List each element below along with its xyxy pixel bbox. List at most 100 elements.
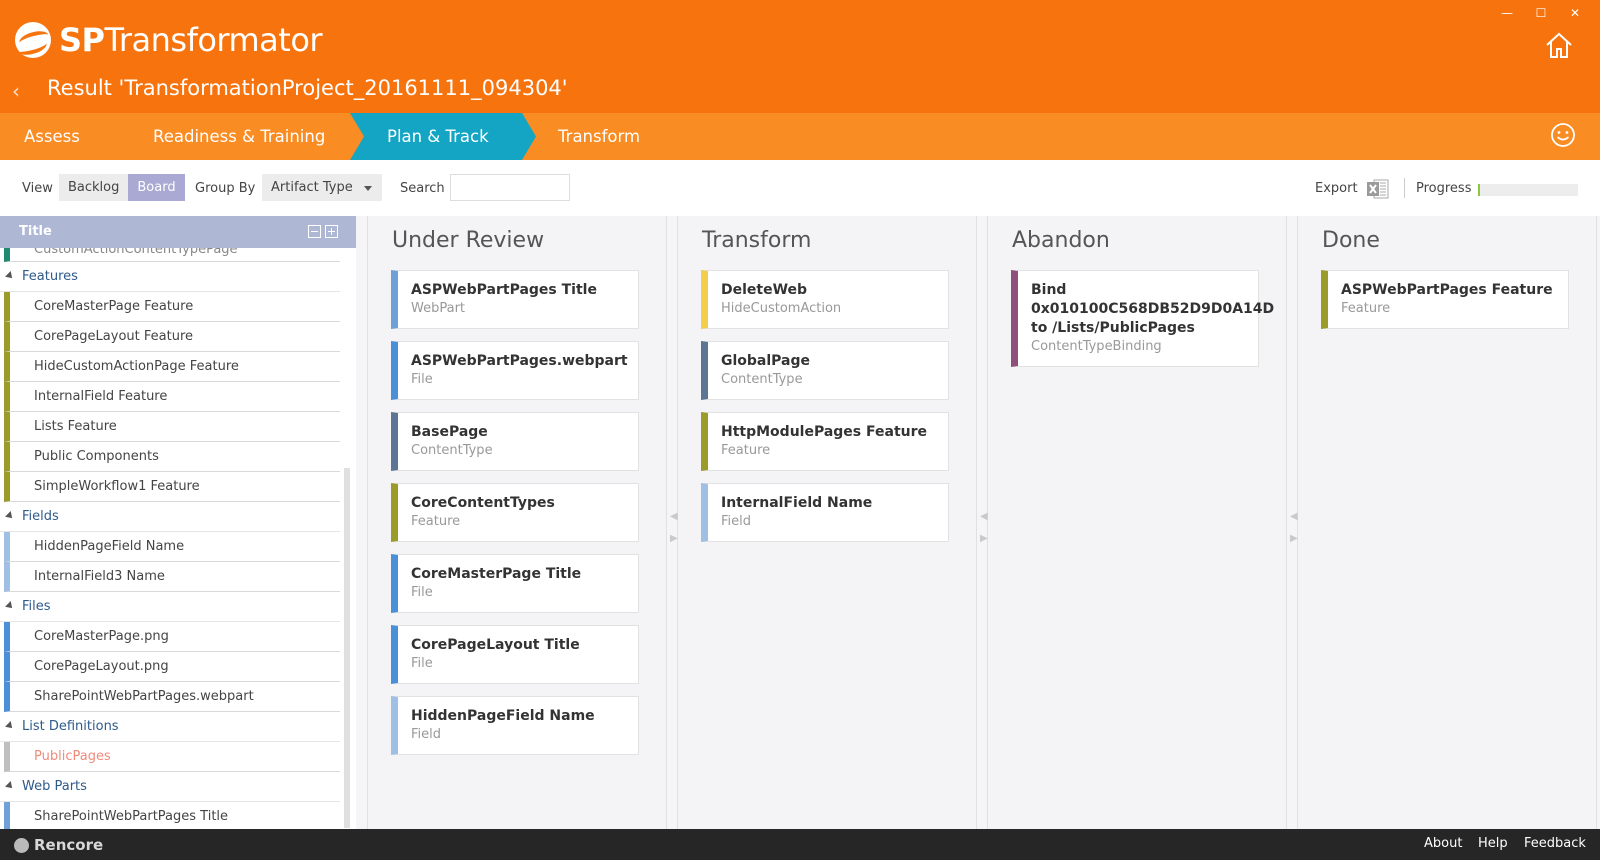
board-card[interactable]: CorePageLayout Title File — [391, 625, 639, 684]
sidebar-scrollbar[interactable] — [344, 468, 350, 828]
column-title: Abandon — [1012, 228, 1110, 253]
group-by-label: Group By — [195, 181, 256, 196]
sp-logo-icon — [15, 22, 51, 58]
page-title: Result 'TransformationProject_20161111_0… — [47, 76, 568, 100]
collapse-triangle-icon[interactable] — [5, 721, 15, 731]
board-column: Under Review ASPWebPartPages Title WebPart… — [367, 216, 667, 829]
back-arrow-icon[interactable]: ‹ — [12, 79, 26, 103]
board-card[interactable]: DeleteWeb HideCustomAction — [701, 270, 949, 329]
nav-item-assess[interactable]: Assess — [24, 113, 80, 160]
progress-label: Progress — [1416, 181, 1472, 196]
board-card[interactable]: CoreMasterPage Title File — [391, 554, 639, 613]
card-title: HiddenPageField Name — [411, 708, 595, 724]
column-resize-arrows-icon[interactable]: ◀ ▶ — [670, 506, 678, 550]
about-link[interactable]: About — [1424, 836, 1462, 851]
card-type: ContentType — [411, 443, 493, 458]
collapse-triangle-icon[interactable] — [5, 511, 15, 521]
window-controls: — ☐ ✕ — [1500, 6, 1582, 20]
board-card[interactable]: BasePage ContentType — [391, 412, 639, 471]
card-title: ASPWebPartPages Title — [411, 282, 597, 298]
sidebar-item[interactable]: PublicPages — [4, 742, 340, 772]
view-backlog-button[interactable]: Backlog — [59, 174, 129, 201]
app-logo: SPTransformator — [15, 20, 323, 60]
sidebar-group-label: Files — [22, 599, 51, 614]
help-link[interactable]: Help — [1478, 836, 1508, 851]
sidebar-item[interactable]: Lists Feature — [4, 412, 340, 442]
card-title: ASPWebPartPages Feature — [1341, 282, 1553, 298]
board-card[interactable]: InternalField Name Field — [701, 483, 949, 542]
board-card[interactable]: ASPWebPartPages Feature Feature — [1321, 270, 1569, 329]
sidebar-item[interactable]: CoreMasterPage.png — [4, 622, 340, 652]
sidebar-group-label: List Definitions — [22, 719, 119, 734]
chevron-down-icon — [364, 186, 372, 191]
collapse-triangle-icon[interactable] — [5, 781, 15, 791]
sidebar-item[interactable]: HideCustomActionPage Feature — [4, 352, 340, 382]
column-resize-arrows-icon[interactable]: ◀ ▶ — [980, 506, 988, 550]
column-title: Under Review — [392, 228, 545, 253]
sidebar-item[interactable]: InternalField Feature — [4, 382, 340, 412]
sidebar-item[interactable]: CoreMasterPage Feature — [4, 292, 340, 322]
sidebar-item[interactable]: CorePageLayout Feature — [4, 322, 340, 352]
excel-icon[interactable] — [1366, 177, 1390, 201]
sidebar-header[interactable]: Title — [0, 216, 356, 248]
footer-logo: Rencore — [14, 836, 103, 854]
export-label[interactable]: Export — [1315, 181, 1358, 196]
expand-all-icon[interactable] — [325, 225, 338, 238]
group-by-select[interactable]: Artifact Type — [262, 174, 382, 201]
sidebar-group[interactable]: Files — [0, 592, 340, 622]
close-icon[interactable]: ✕ — [1568, 6, 1582, 20]
card-type: File — [411, 585, 433, 600]
sidebar-item[interactable]: Public Components — [4, 442, 340, 472]
group-by-value: Artifact Type — [271, 180, 353, 195]
collapse-triangle-icon[interactable] — [5, 601, 15, 611]
sidebar-item[interactable]: SimpleWorkflow1 Feature — [4, 472, 340, 502]
sidebar-group[interactable]: List Definitions — [0, 712, 340, 742]
footer-brand: Rencore — [34, 836, 104, 854]
sidebar-item-cut[interactable]: CustomActionContentTypePage — [4, 248, 340, 262]
board-card[interactable]: HiddenPageField Name Field — [391, 696, 639, 755]
feedback-link[interactable]: Feedback — [1524, 836, 1586, 851]
nav-item-readiness-training[interactable]: Readiness & Training — [153, 113, 325, 160]
sidebar-group[interactable]: Web Parts — [0, 772, 340, 802]
card-title: ASPWebPartPages.webpart — [411, 353, 628, 369]
home-icon[interactable] — [1544, 30, 1574, 60]
card-title: GlobalPage — [721, 353, 811, 369]
collapse-all-icon[interactable] — [308, 225, 321, 238]
board-card[interactable]: GlobalPage ContentType — [701, 341, 949, 400]
board-card[interactable]: ASPWebPartPages.webpart File — [391, 341, 639, 400]
board-card[interactable]: HttpModulePages Feature Feature — [701, 412, 949, 471]
board-card[interactable]: Bind 0x010100C568DB52D9D0A14D to /Lists/Pu… — [1011, 270, 1274, 367]
maximize-icon[interactable]: ☐ — [1534, 6, 1548, 20]
sidebar-item[interactable]: CorePageLayout.png — [4, 652, 340, 682]
sidebar-group-label: Features — [22, 269, 78, 284]
column-resize-arrows-icon[interactable]: ◀ ▶ — [1290, 506, 1298, 550]
card-type: WebPart — [411, 301, 466, 316]
sidebar-item[interactable]: HiddenPageField Name — [4, 532, 340, 562]
card-type: Field — [721, 514, 752, 529]
card-type: HideCustomAction — [721, 301, 842, 316]
board-card[interactable]: ASPWebPartPages Title WebPart — [391, 270, 639, 329]
card-title: Bind — [1031, 282, 1067, 298]
board-column: Transform ◀ ▶ DeleteWeb HideCustomAction Glob… — [670, 216, 977, 829]
sidebar-item[interactable]: InternalField3 Name — [4, 562, 340, 592]
card-title: HttpModulePages Feature — [721, 424, 928, 440]
card-title: CorePageLayout Title — [411, 637, 580, 653]
collapse-triangle-icon[interactable] — [5, 271, 15, 281]
nav-item-transform[interactable]: Transform — [558, 113, 640, 160]
sidebar-item[interactable]: SharePointWebPartPages Title — [4, 802, 340, 829]
sidebar-group-label: Fields — [22, 509, 59, 524]
card-type: Feature — [1341, 301, 1391, 316]
view-board-button[interactable]: Board — [128, 174, 185, 201]
card-type: Feature — [411, 514, 461, 529]
nav-item-plan-track[interactable]: Plan & Track — [387, 113, 489, 160]
board-card[interactable]: CoreContentTypes Feature — [391, 483, 639, 542]
smiley-icon[interactable] — [1550, 122, 1576, 148]
search-input[interactable] — [450, 174, 570, 201]
sidebar-group[interactable]: Fields — [0, 502, 340, 532]
minimize-icon[interactable]: — — [1500, 6, 1514, 20]
sidebar-group[interactable]: Features — [0, 262, 340, 292]
sidebar-list: CustomActionContentTypePage Features CoreM… — [0, 248, 340, 829]
sidebar-item[interactable]: SharePointWebPartPages.webpart — [4, 682, 340, 712]
app-header: SPTransformator — ☐ ✕ ‹ Result 'Transfor… — [0, 0, 1600, 113]
search-label: Search — [400, 181, 445, 196]
